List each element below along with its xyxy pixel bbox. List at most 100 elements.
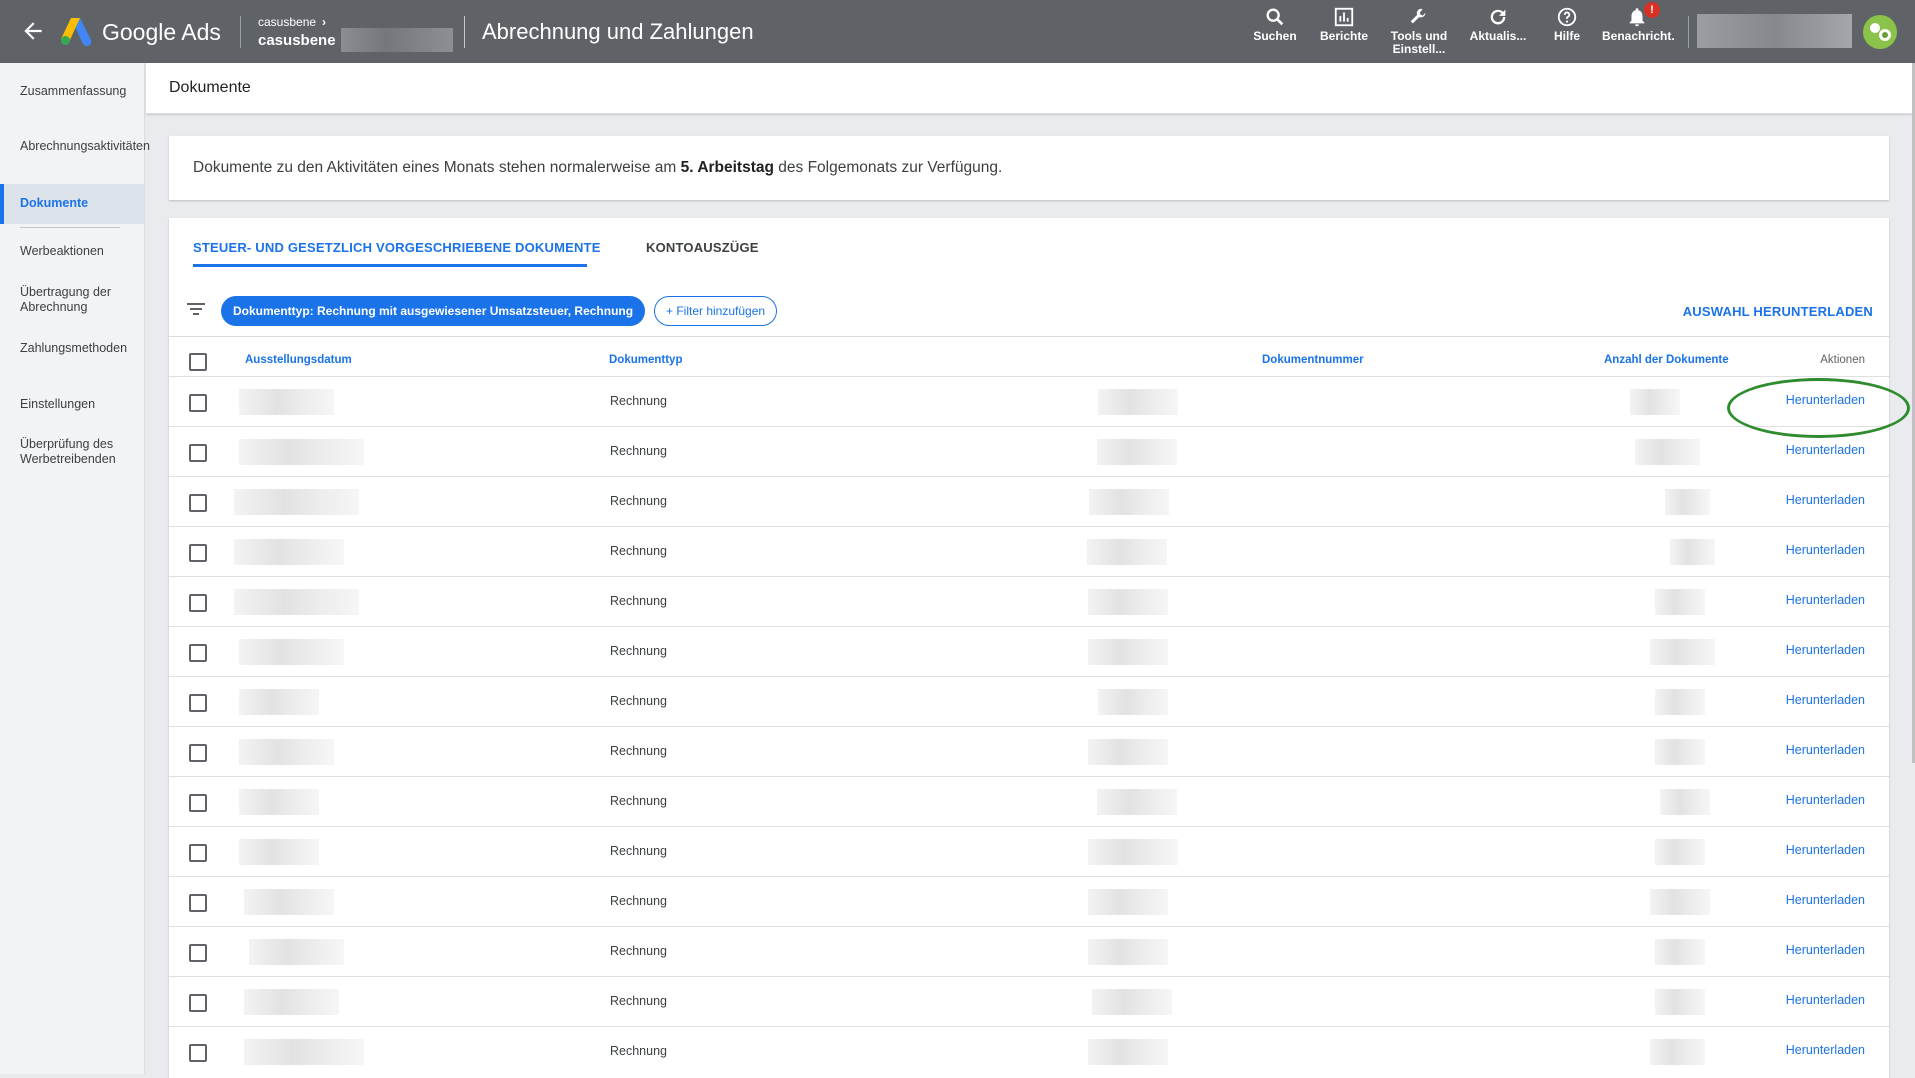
- notifications-button[interactable]: ! Benachricht.: [1602, 2, 1675, 43]
- avatar-icon: [1863, 15, 1897, 49]
- column-header-date[interactable]: Ausstellungsdatum: [245, 354, 352, 366]
- separator: [464, 16, 465, 48]
- download-link[interactable]: Herunterladen: [1786, 893, 1865, 907]
- page-title: Abrechnung und Zahlungen: [482, 19, 754, 44]
- download-link[interactable]: Herunterladen: [1786, 1043, 1865, 1057]
- sidebar-item-advertiser-verification[interactable]: Überprüfung des Werbetreibenden: [20, 437, 140, 467]
- date-redacted: [234, 589, 359, 615]
- document-number-redacted: [1089, 489, 1169, 515]
- row-checkbox[interactable]: [189, 994, 207, 1012]
- sidebar-item-settings[interactable]: Einstellungen: [20, 397, 140, 412]
- table-divider: [169, 336, 1889, 337]
- account-id-redacted: [341, 28, 453, 52]
- account-selector[interactable]: casusbene ›: [258, 15, 326, 29]
- add-filter-button[interactable]: + Filter hinzufügen: [654, 296, 778, 326]
- document-count-redacted: [1655, 839, 1705, 865]
- download-link[interactable]: Herunterladen: [1786, 943, 1865, 957]
- tab-tax-documents[interactable]: STEUER- UND GESETZLICH VORGESCHRIEBENE D…: [193, 240, 601, 255]
- download-link[interactable]: Herunterladen: [1786, 793, 1865, 807]
- row-checkbox[interactable]: [189, 944, 207, 962]
- row-checkbox[interactable]: [189, 1044, 207, 1062]
- row-checkbox[interactable]: [189, 544, 207, 562]
- document-number-redacted: [1088, 639, 1168, 665]
- date-redacted: [244, 1039, 364, 1065]
- download-link[interactable]: Herunterladen: [1786, 443, 1865, 457]
- table-row: Rechnung Herunterladen: [169, 826, 1889, 877]
- document-type-cell: Rechnung: [610, 594, 667, 608]
- download-link[interactable]: Herunterladen: [1786, 593, 1865, 607]
- download-selected-button[interactable]: AUSWAHL HERUNTERLADEN: [1683, 304, 1873, 319]
- download-link[interactable]: Herunterladen: [1786, 993, 1865, 1007]
- info-text-pre: Dokumente zu den Aktivitäten eines Monat…: [193, 159, 681, 176]
- tools-settings-button[interactable]: Tools und Einstell...: [1384, 6, 1454, 56]
- avatar[interactable]: [1863, 15, 1897, 49]
- document-type-cell: Rechnung: [610, 1044, 667, 1058]
- date-redacted: [244, 989, 339, 1015]
- sidebar-item-billing-transfer[interactable]: Übertragung der Abrechnung: [20, 285, 140, 315]
- document-count-redacted: [1630, 389, 1680, 415]
- row-checkbox[interactable]: [189, 794, 207, 812]
- column-header-actions: Aktionen: [1820, 354, 1865, 366]
- row-checkbox[interactable]: [189, 894, 207, 912]
- separator: [1688, 16, 1689, 48]
- table-row: Rechnung Herunterladen: [169, 476, 1889, 527]
- select-all-checkbox[interactable]: [189, 353, 207, 371]
- filter-icon[interactable]: [187, 302, 205, 316]
- sidebar-item-payment-methods[interactable]: Zahlungsmethoden: [20, 341, 140, 356]
- reports-button[interactable]: Berichte: [1309, 6, 1379, 43]
- table-row: Rechnung Herunterladen: [169, 376, 1889, 427]
- help-button[interactable]: Hilfe: [1532, 6, 1602, 43]
- download-link[interactable]: Herunterladen: [1786, 643, 1865, 657]
- download-link[interactable]: Herunterladen: [1786, 743, 1865, 757]
- table-row: Rechnung Herunterladen: [169, 676, 1889, 727]
- document-count-redacted: [1650, 889, 1710, 915]
- filter-chip-document-type[interactable]: Dokumenttyp: Rechnung mit ausgewiesener …: [221, 296, 646, 326]
- tool-label: Benachricht.: [1602, 29, 1675, 43]
- table-row: Rechnung Herunterladen: [169, 576, 1889, 627]
- column-header-number[interactable]: Dokumentnummer: [1262, 354, 1364, 366]
- sidebar-item-documents[interactable]: Dokumente: [0, 184, 144, 224]
- highlight-annotation: [1727, 378, 1910, 438]
- document-number-redacted: [1088, 589, 1168, 615]
- row-checkbox[interactable]: [189, 444, 207, 462]
- download-link[interactable]: Herunterladen: [1786, 693, 1865, 707]
- document-number-redacted: [1087, 539, 1167, 565]
- sidebar-item-promotions[interactable]: Werbeaktionen: [20, 244, 140, 259]
- document-count-redacted: [1655, 589, 1705, 615]
- info-text-post: des Folgemonats zur Verfügung.: [773, 159, 1003, 176]
- date-redacted: [234, 489, 359, 515]
- row-checkbox[interactable]: [189, 744, 207, 762]
- document-type-cell: Rechnung: [610, 894, 667, 908]
- sidebar-item-label: Dokumente: [20, 196, 89, 210]
- refresh-button[interactable]: Aktualis...: [1463, 6, 1533, 43]
- download-link[interactable]: Herunterladen: [1786, 493, 1865, 507]
- row-checkbox[interactable]: [189, 494, 207, 512]
- search-button[interactable]: Suchen: [1240, 6, 1310, 43]
- download-link[interactable]: Herunterladen: [1786, 543, 1865, 557]
- row-checkbox[interactable]: [189, 844, 207, 862]
- sidebar: Zusammenfassung Abrechnungsaktivitäten D…: [0, 63, 150, 1074]
- account-name[interactable]: casusbene: [258, 32, 336, 49]
- document-type-cell: Rechnung: [610, 844, 667, 858]
- refresh-icon: [1490, 9, 1506, 25]
- sidebar-item-billing-activity[interactable]: Abrechnungsaktivitäten: [20, 139, 150, 154]
- download-link[interactable]: Herunterladen: [1786, 843, 1865, 857]
- date-redacted: [239, 639, 344, 665]
- row-checkbox[interactable]: [189, 394, 207, 412]
- row-checkbox[interactable]: [189, 644, 207, 662]
- column-header-type[interactable]: Dokumenttyp: [609, 354, 682, 366]
- row-checkbox[interactable]: [189, 694, 207, 712]
- column-header-count[interactable]: Anzahl der Dokumente: [1604, 354, 1729, 366]
- back-arrow-icon[interactable]: [20, 18, 46, 44]
- document-type-cell: Rechnung: [610, 944, 667, 958]
- table-row: Rechnung Herunterladen: [169, 1026, 1889, 1077]
- row-checkbox[interactable]: [189, 594, 207, 612]
- document-number-redacted: [1088, 939, 1168, 965]
- sidebar-item-summary[interactable]: Zusammenfassung: [20, 84, 140, 99]
- document-type-cell: Rechnung: [610, 544, 667, 558]
- documents-card: STEUER- UND GESETZLICH VORGESCHRIEBENE D…: [169, 218, 1889, 1078]
- tool-label: Tools und Einstell...: [1390, 29, 1448, 56]
- chevron-right-icon: ›: [322, 15, 327, 29]
- table-row: Rechnung Herunterladen: [169, 976, 1889, 1027]
- tab-statements[interactable]: KONTOAUSZÜGE: [646, 240, 759, 255]
